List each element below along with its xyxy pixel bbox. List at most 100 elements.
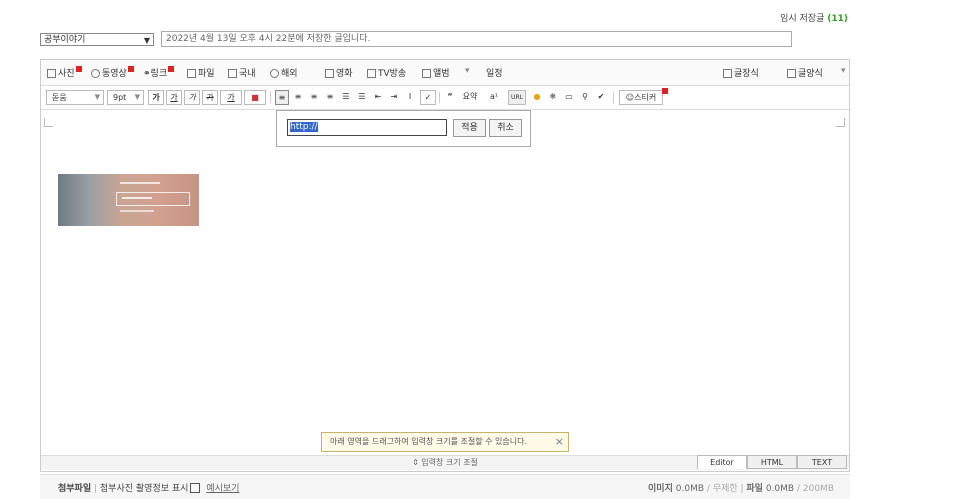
pencil-icon xyxy=(723,69,732,78)
check-icon: ✔ xyxy=(597,92,605,101)
domestic-map-button[interactable]: 국내 xyxy=(228,66,256,79)
highlight-icon: ■ xyxy=(251,93,259,102)
quote-button[interactable]: “ xyxy=(443,90,457,105)
video-button[interactable]: 동영상 xyxy=(91,66,134,79)
schedule-button[interactable]: 일정 xyxy=(486,66,503,79)
tv-button[interactable]: TV방송 xyxy=(367,66,406,79)
title-value: 2022년 4월 13일 오후 4시 22분에 저장한 글입니다. xyxy=(166,34,371,44)
link-button[interactable]: ⚭링크 xyxy=(143,66,175,79)
highlight-button[interactable]: ■ xyxy=(244,90,266,105)
italic-glyph: 가 xyxy=(188,93,196,102)
indent-icon: ⇥ xyxy=(390,92,398,101)
file-label: 파일 xyxy=(746,484,763,494)
close-icon[interactable]: × xyxy=(555,433,564,451)
tab-editor[interactable]: Editor xyxy=(697,455,747,469)
apply-button[interactable]: 적용 xyxy=(453,119,486,137)
cancel-button[interactable]: 취소 xyxy=(489,119,522,137)
image-limit: / 무제한 xyxy=(706,484,738,494)
outdent-button[interactable]: ⇤ xyxy=(371,90,385,105)
line-height-button[interactable]: I xyxy=(403,90,417,105)
image-size: 0.0MB xyxy=(675,484,705,494)
bullet-list-icon: ☰ xyxy=(358,92,366,101)
spell-button[interactable]: ✔ xyxy=(594,90,608,105)
chevron-down-icon: ▼ xyxy=(143,36,150,45)
file-size: 0.0MB xyxy=(765,484,795,494)
attach-label: 첨부파일 xyxy=(58,484,92,494)
indent-button[interactable]: ⇥ xyxy=(387,90,401,105)
sticker-label: 스티커 xyxy=(634,93,657,102)
spell-check-icon: ✓ xyxy=(424,93,432,102)
sticker-button[interactable]: ☺스티커 xyxy=(619,90,663,105)
align-right-button[interactable]: ≡ xyxy=(307,90,321,105)
quote-glyph: “ xyxy=(447,92,453,101)
tab-html[interactable]: HTML xyxy=(747,455,797,469)
font-value: 돋움 xyxy=(52,93,67,102)
divider xyxy=(613,92,614,103)
table-icon: ▭ xyxy=(565,92,573,101)
image-label: 이미지 xyxy=(648,484,673,494)
tab-html-label: HTML xyxy=(760,458,784,467)
image-decoration xyxy=(116,192,190,206)
font-size-select[interactable]: 9pt ▼ xyxy=(107,90,144,105)
find-button[interactable]: ⚲ xyxy=(578,90,592,105)
align-justify-button[interactable]: ≡ xyxy=(323,90,337,105)
photo-button[interactable]: 사진 xyxy=(47,66,82,79)
album-icon xyxy=(422,69,431,78)
template-button[interactable]: 글양식 xyxy=(787,66,823,79)
spell-check-button[interactable]: ✓ xyxy=(420,90,436,105)
new-badge-icon xyxy=(127,66,134,72)
url-input[interactable]: http:// xyxy=(287,119,447,136)
font-select[interactable]: 돋움 ▼ xyxy=(46,90,104,105)
temp-save-count: (11) xyxy=(827,14,848,24)
ordered-list-button[interactable]: ☰ xyxy=(339,90,353,105)
preview-link[interactable]: 예시보기 xyxy=(206,484,239,494)
file-button[interactable]: 파일 xyxy=(187,66,215,79)
margin-corner xyxy=(44,118,53,127)
map-icon xyxy=(228,69,237,78)
domestic-label: 국내 xyxy=(239,69,256,79)
special-char-button[interactable]: ❄ xyxy=(546,90,560,105)
superscript-button[interactable]: a¹ xyxy=(483,90,505,105)
align-center-icon: ≡ xyxy=(294,92,302,101)
chevron-down-icon: ▼ xyxy=(94,93,100,101)
template-dropdown[interactable]: ▾ xyxy=(841,66,846,76)
strike-glyph: 가 xyxy=(206,93,214,102)
ordered-list-icon: ☰ xyxy=(342,92,350,101)
overseas-label: 해외 xyxy=(281,69,298,79)
text-color-glyph: 가 xyxy=(227,93,235,102)
category-select[interactable]: 공부이야기 ▼ xyxy=(40,33,154,46)
tab-text[interactable]: TEXT xyxy=(797,455,847,469)
superscript-glyph: a¹ xyxy=(489,92,499,101)
title-input[interactable]: 2022년 4월 13일 오후 4시 22분에 저장한 글입니다. xyxy=(161,31,792,47)
align-left-button[interactable]: ≡ xyxy=(275,90,289,105)
quote-style-button[interactable]: 글장식 xyxy=(723,66,759,79)
url-label: URL xyxy=(511,94,523,101)
strike-button[interactable]: 가 xyxy=(202,90,218,105)
margin-corner xyxy=(836,118,845,127)
category-value: 공부이야기 xyxy=(44,35,86,45)
overseas-map-button[interactable]: 해외 xyxy=(270,66,298,79)
album-button[interactable]: 앨범 xyxy=(422,66,450,79)
table-button[interactable]: ▭ xyxy=(562,90,576,105)
inserted-image[interactable] xyxy=(58,174,199,226)
url-button[interactable]: URL xyxy=(508,90,526,105)
summary-button[interactable]: 요약 xyxy=(459,90,481,105)
tooltip-text: 아래 영역을 드래그하여 입력창 크기를 조절할 수 있습니다. xyxy=(330,437,527,446)
align-left-icon: ≡ xyxy=(278,93,286,102)
bold-button[interactable]: 가 xyxy=(148,90,164,105)
italic-button[interactable]: 가 xyxy=(184,90,200,105)
text-color-button[interactable]: 가 xyxy=(220,90,242,105)
align-center-button[interactable]: ≡ xyxy=(291,90,305,105)
bullet-list-button[interactable]: ☰ xyxy=(355,90,369,105)
underline-button[interactable]: 가 xyxy=(166,90,182,105)
emoticon-button[interactable]: ● xyxy=(530,90,544,105)
temp-save-link[interactable]: 임시 저장글 (11) xyxy=(780,11,848,24)
line-height-icon: I xyxy=(408,92,412,101)
bold-glyph: 가 xyxy=(152,93,160,102)
new-badge-icon xyxy=(662,88,668,94)
file-icon xyxy=(187,69,196,78)
movie-button[interactable]: 영화 xyxy=(325,66,353,79)
more-dropdown[interactable]: ▾ xyxy=(465,66,470,76)
exif-checkbox[interactable] xyxy=(190,483,201,493)
quote-style-label: 글장식 xyxy=(734,69,759,79)
